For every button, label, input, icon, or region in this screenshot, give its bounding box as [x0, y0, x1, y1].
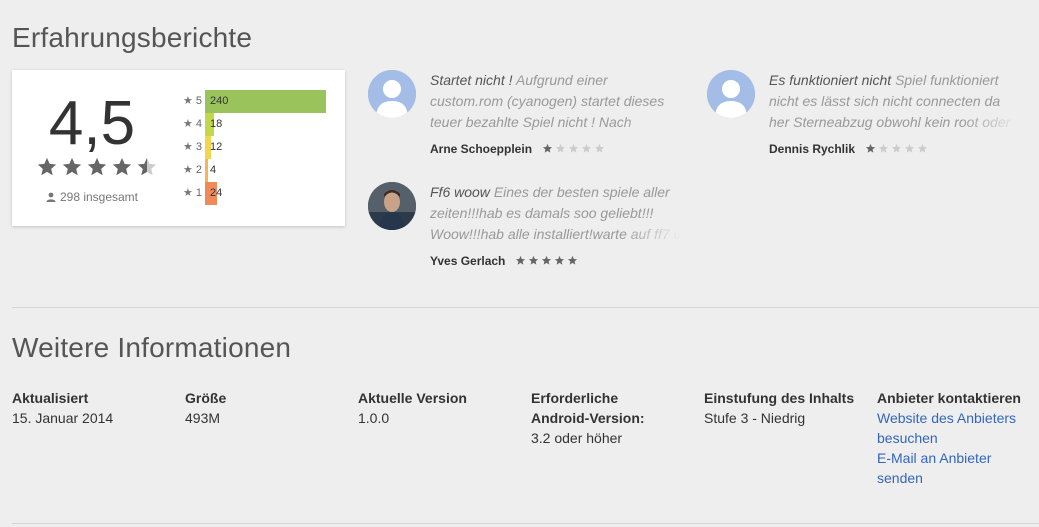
- star-icon: ★: [183, 118, 193, 130]
- star-number: 3: [195, 141, 202, 153]
- review-text: Startet nicht ! Aufgrund einer custom.ro…: [430, 70, 682, 132]
- info-item: Einstufung des Inhalts Stufe 3 - Niedrig: [704, 388, 864, 428]
- histogram-star-label: ★ 4: [174, 117, 202, 130]
- info-value: 15. Januar 2014: [12, 410, 114, 426]
- histogram-count: 18: [210, 118, 223, 130]
- histogram-star-label: ★ 1: [174, 186, 202, 199]
- section-title-more-info: Weitere Informationen: [12, 332, 292, 363]
- review-author[interactable]: Yves Gerlach: [430, 254, 505, 268]
- review-text: Es funktioniert nicht Spiel funktioniert…: [769, 70, 1021, 132]
- info-item: Anbieter kontaktieren Website des Anbiete…: [877, 388, 1037, 488]
- star-icon: [568, 143, 579, 157]
- histogram-star-label: ★ 2: [174, 163, 202, 176]
- star-icon: [136, 156, 158, 178]
- review-rating: [515, 255, 578, 269]
- default-avatar-icon[interactable]: [368, 70, 416, 118]
- star-icon: [594, 143, 605, 157]
- star-icon: [542, 143, 553, 157]
- average-score: 4,5: [48, 89, 136, 158]
- star-number: 5: [195, 95, 202, 107]
- histogram-row-4: ★ 4 18: [174, 113, 344, 136]
- person-icon: [46, 191, 56, 205]
- total-ratings: 298 insgesamt: [12, 190, 172, 205]
- info-label: Größe: [185, 390, 227, 406]
- info-item: Aktualisiert 15. Januar 2014: [12, 388, 172, 428]
- star-icon: [86, 156, 108, 178]
- info-label: Aktuelle Version: [358, 390, 467, 406]
- star-number: 4: [195, 118, 202, 130]
- section-title-reviews: Erfahrungsberichte: [12, 22, 253, 53]
- histogram-row-5: ★ 5 240: [174, 90, 344, 113]
- bottom-divider: [12, 523, 1039, 524]
- star-icon: [111, 156, 133, 178]
- histogram-count: 12: [210, 141, 223, 153]
- histogram-bar: [205, 159, 208, 182]
- developer-website-link[interactable]: Website des Anbieters besuchen: [877, 408, 1037, 448]
- star-icon: [567, 255, 578, 269]
- info-value: Stufe 3 - Niedrig: [704, 410, 806, 426]
- avatar[interactable]: [368, 182, 416, 230]
- average-stars: [36, 156, 166, 178]
- star-icon: [554, 255, 565, 269]
- star-icon: [36, 156, 58, 178]
- star-icon: ★: [183, 187, 193, 199]
- info-value: 493M: [185, 410, 221, 426]
- rating-summary-card: 4,5 298 insgesamt ★ 5 240 ★ 4 18 ★ 3 12 ★ 2 4 ★ 1 24: [12, 70, 345, 226]
- info-value: 3.2 oder höher: [531, 430, 623, 446]
- star-icon: [61, 156, 83, 178]
- histogram-row-3: ★ 3 12: [174, 136, 344, 159]
- total-ratings-label: 298 insgesamt: [59, 190, 139, 204]
- histogram-count: 24: [210, 187, 223, 199]
- info-label: Erforderliche Android-Version:: [531, 390, 645, 426]
- star-icon: [878, 143, 889, 157]
- review-title: Es funktioniert nicht: [769, 72, 892, 88]
- star-icon: [515, 255, 526, 269]
- histogram-count: 4: [210, 164, 217, 176]
- info-value: 1.0.0: [358, 410, 390, 426]
- star-icon: [891, 143, 902, 157]
- info-item: Größe 493M: [185, 388, 345, 428]
- review-card[interactable]: Es funktioniert nicht Spiel funktioniert…: [707, 70, 1027, 170]
- review-author[interactable]: Dennis Rychlik: [769, 142, 855, 156]
- review-author[interactable]: Arne Schoepplein: [430, 142, 532, 156]
- star-icon: [555, 143, 566, 157]
- histogram-row-2: ★ 2 4: [174, 159, 344, 182]
- review-meta: Arne Schoepplein: [430, 142, 605, 157]
- star-icon: [865, 143, 876, 157]
- star-icon: [528, 255, 539, 269]
- star-icon: [541, 255, 552, 269]
- histogram-star-label: ★ 3: [174, 140, 202, 153]
- star-icon: ★: [183, 141, 193, 153]
- info-item: Erforderliche Android-Version: 3.2 oder h…: [531, 388, 676, 448]
- section-divider: [12, 307, 1039, 308]
- info-label: Einstufung des Inhalts: [704, 390, 855, 406]
- histogram-row-1: ★ 1 24: [174, 182, 344, 205]
- review-meta: Yves Gerlach: [430, 254, 578, 269]
- review-card[interactable]: Startet nicht ! Aufgrund einer custom.ro…: [368, 70, 688, 170]
- star-icon: [581, 143, 592, 157]
- star-icon: ★: [183, 164, 193, 176]
- review-text: Ff6 woow Eines der besten spiele aller z…: [430, 182, 682, 244]
- default-avatar-icon[interactable]: [707, 70, 755, 118]
- star-icon: ★: [183, 95, 193, 107]
- histogram-count: 240: [210, 95, 229, 107]
- info-label: Anbieter kontaktieren: [877, 390, 1021, 406]
- review-rating: [865, 143, 928, 157]
- review-meta: Dennis Rychlik: [769, 142, 928, 157]
- star-number: 1: [195, 187, 202, 199]
- star-icon: [904, 143, 915, 157]
- histogram-star-label: ★ 5: [174, 94, 202, 107]
- info-item: Aktuelle Version 1.0.0: [358, 388, 518, 428]
- review-title: Startet nicht !: [430, 72, 513, 88]
- review-title: Ff6 woow: [430, 184, 490, 200]
- review-rating: [542, 143, 605, 157]
- review-card[interactable]: Ff6 woow Eines der besten spiele aller z…: [368, 182, 688, 282]
- developer-email-link[interactable]: E-Mail an Anbieter senden: [877, 448, 1037, 488]
- star-icon: [917, 143, 928, 157]
- info-label: Aktualisiert: [12, 390, 89, 406]
- rating-histogram: ★ 5 240 ★ 4 18 ★ 3 12 ★ 2 4 ★ 1 24: [174, 90, 344, 205]
- star-number: 2: [195, 164, 202, 176]
